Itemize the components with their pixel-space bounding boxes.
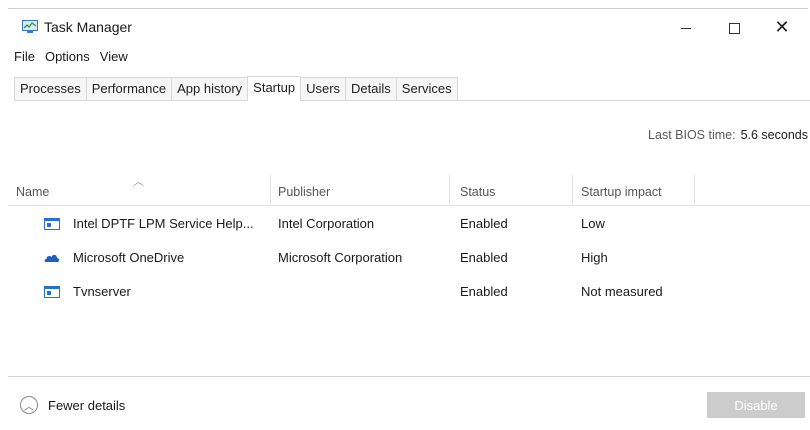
column-divider[interactable] [694,175,695,205]
close-icon: ✕ [774,17,790,38]
menu-view[interactable]: View [100,49,128,69]
tab-processes[interactable]: Processes [14,77,87,100]
column-header-name[interactable]: Name [16,175,49,205]
row-impact: Low [581,216,605,231]
row-impact: High [581,250,608,265]
table-row[interactable]: Tvnserver Enabled Not measured [8,275,810,309]
column-divider[interactable] [270,175,271,205]
fewer-details-label: Fewer details [48,397,126,413]
task-manager-icon [22,20,38,33]
footer-divider [8,376,810,377]
table-header: Name Publisher Status Startup impact [8,175,810,206]
fewer-details-button[interactable]: ︿ Fewer details [20,396,125,414]
column-header-publisher[interactable]: Publisher [278,175,330,205]
column-divider[interactable] [449,175,450,205]
menu-file[interactable]: File [14,49,35,69]
row-publisher: Microsoft Corporation [278,250,403,265]
tab-services[interactable]: Services [395,77,458,100]
row-impact: Not measured [581,284,663,299]
bios-value: 5.6 seconds [740,128,808,142]
close-button[interactable]: ✕ [762,12,802,44]
tab-performance[interactable]: Performance [85,77,173,100]
tab-app-history[interactable]: App history [171,77,249,100]
window-top-border [8,8,808,9]
window-title: Task Manager [44,19,132,35]
column-divider[interactable] [572,175,573,205]
row-name: Microsoft OneDrive [73,250,185,265]
row-status: Enabled [460,284,508,299]
last-bios-time: Last BIOS time: 5.6 seconds [648,128,808,142]
column-header-status[interactable]: Status [460,175,495,205]
minimize-icon [681,27,691,29]
row-publisher: Intel Corporation [278,216,375,231]
minimize-button[interactable] [666,12,706,44]
row-name: Tvnserver [73,284,131,299]
tab-startup[interactable]: Startup [247,76,302,101]
tab-strip: Processes Performance App history Startu… [14,76,810,101]
column-header-startup-impact[interactable]: Startup impact [581,175,662,205]
maximize-icon [728,22,740,34]
maximize-button[interactable] [714,12,754,44]
tab-details[interactable]: Details [345,77,397,100]
row-status: Enabled [460,250,508,265]
chevron-up-circle-icon: ︿ [20,396,38,414]
menu-bar: File Options View [14,49,138,69]
row-name: Intel DPTF LPM Service Help... [73,216,254,231]
tab-users[interactable]: Users [300,77,347,100]
disable-button[interactable]: Disable [707,392,805,418]
title-bar[interactable]: Task Manager ✕ [0,12,810,44]
table-row[interactable]: Microsoft OneDrive Microsoft Corporation… [8,241,810,275]
app-window-icon [44,286,60,298]
bios-label: Last BIOS time: [648,128,736,142]
menu-options[interactable]: Options [45,49,90,69]
onedrive-cloud-icon [44,254,60,262]
row-status: Enabled [460,216,508,231]
app-window-icon [44,218,60,230]
table-row[interactable]: Intel DPTF LPM Service Help... Intel Cor… [8,207,810,241]
